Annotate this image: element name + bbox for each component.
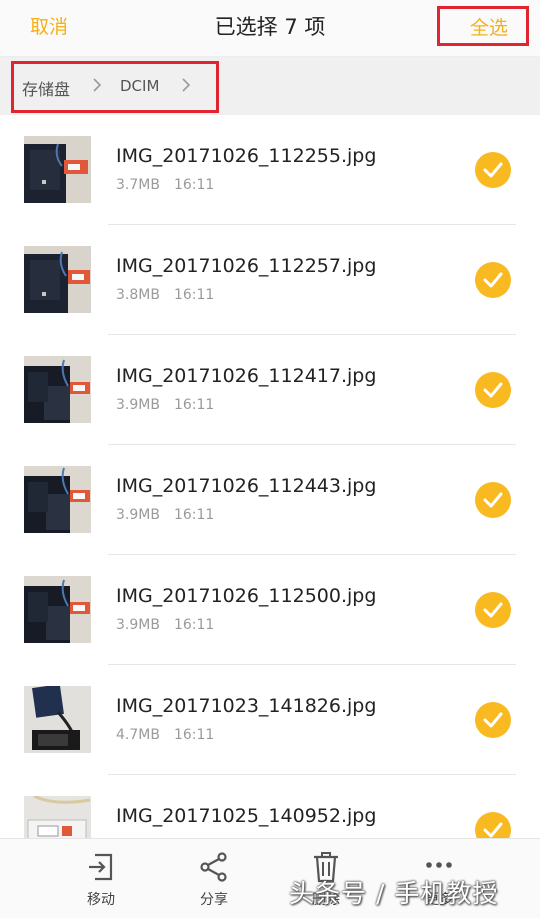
- file-time: 16:11: [173, 397, 215, 413]
- select-all-label: 全选: [469, 17, 508, 39]
- file-time: 16:11: [173, 507, 215, 523]
- file-time: 16:11: [173, 727, 215, 743]
- share-icon: [200, 852, 227, 882]
- file-size: 4.7MB: [116, 727, 160, 743]
- select-all-button[interactable]: 全选: [437, 6, 529, 46]
- share-label: 分享: [200, 892, 228, 908]
- file-meta: 4.7MB 16:11: [116, 727, 214, 743]
- file-meta: 3.9MB 16:11: [116, 617, 214, 633]
- file-name: IMG_20171026_112500.jpg: [116, 585, 377, 607]
- list-item[interactable]: IMG_20171023_141826.jpg 4.7MB 16:11: [0, 665, 540, 775]
- file-size: 3.9MB: [116, 507, 160, 523]
- image-thumbnail: [24, 246, 91, 313]
- selected-checkmark-icon[interactable]: [475, 482, 511, 518]
- list-item[interactable]: IMG_20171026_112417.jpg 3.9MB 16:11: [0, 335, 540, 445]
- breadcrumb: 存储盘 DCIM: [0, 57, 540, 115]
- list-item[interactable]: IMG_20171026_112257.jpg 3.8MB 16:11: [0, 225, 540, 335]
- file-meta: 3.7MB 16:11: [116, 177, 214, 193]
- file-list: IMG_20171026_112255.jpg 3.7MB 16:11 IMG_…: [0, 115, 540, 838]
- file-meta: 3.9MB 16:11: [116, 507, 214, 523]
- selected-checkmark-icon[interactable]: [475, 702, 511, 738]
- file-manager-screen: 取消 已选择 7 项 全选 存储盘 DCIM IMG_20171026_1122…: [0, 0, 540, 918]
- list-item[interactable]: IMG_20171025_140952.jpg: [0, 775, 540, 838]
- selected-checkmark-icon[interactable]: [475, 592, 511, 628]
- file-name: IMG_20171025_140952.jpg: [116, 805, 377, 827]
- file-name: IMG_20171026_112443.jpg: [116, 475, 377, 497]
- header-bar: 取消 已选择 7 项 全选: [0, 0, 540, 57]
- image-thumbnail: [24, 466, 91, 533]
- file-time: 16:11: [173, 287, 215, 303]
- breadcrumb-highlight-box: [11, 61, 219, 113]
- image-thumbnail: [24, 356, 91, 423]
- move-icon: [89, 853, 113, 881]
- file-size: 3.9MB: [116, 617, 160, 633]
- image-thumbnail: [24, 686, 91, 753]
- file-size: 3.9MB: [116, 397, 160, 413]
- list-item[interactable]: IMG_20171026_112443.jpg 3.9MB 16:11: [0, 445, 540, 555]
- file-meta: 3.9MB 16:11: [116, 397, 214, 413]
- image-thumbnail: [24, 136, 91, 203]
- selected-checkmark-icon[interactable]: [475, 152, 511, 188]
- image-thumbnail: [24, 576, 91, 643]
- move-button[interactable]: 移动: [61, 849, 141, 913]
- image-thumbnail: [24, 796, 91, 838]
- file-name: IMG_20171026_112417.jpg: [116, 365, 377, 387]
- file-time: 16:11: [173, 177, 215, 193]
- selected-checkmark-icon[interactable]: [475, 262, 511, 298]
- file-size: 3.8MB: [116, 287, 160, 303]
- file-name: IMG_20171023_141826.jpg: [116, 695, 377, 717]
- share-button[interactable]: 分享: [174, 849, 254, 913]
- list-item[interactable]: IMG_20171026_112500.jpg 3.9MB 16:11: [0, 555, 540, 665]
- watermark-text: 头条号 / 手机教授: [289, 879, 499, 908]
- list-item[interactable]: IMG_20171026_112255.jpg 3.7MB 16:11: [0, 115, 540, 225]
- file-name: IMG_20171026_112257.jpg: [116, 255, 377, 277]
- file-time: 16:11: [173, 617, 215, 633]
- selected-checkmark-icon[interactable]: [475, 812, 511, 838]
- file-name: IMG_20171026_112255.jpg: [116, 145, 377, 167]
- selected-checkmark-icon[interactable]: [475, 372, 511, 408]
- file-size: 3.7MB: [116, 177, 160, 193]
- file-meta: 3.8MB 16:11: [116, 287, 214, 303]
- move-label: 移动: [87, 892, 115, 908]
